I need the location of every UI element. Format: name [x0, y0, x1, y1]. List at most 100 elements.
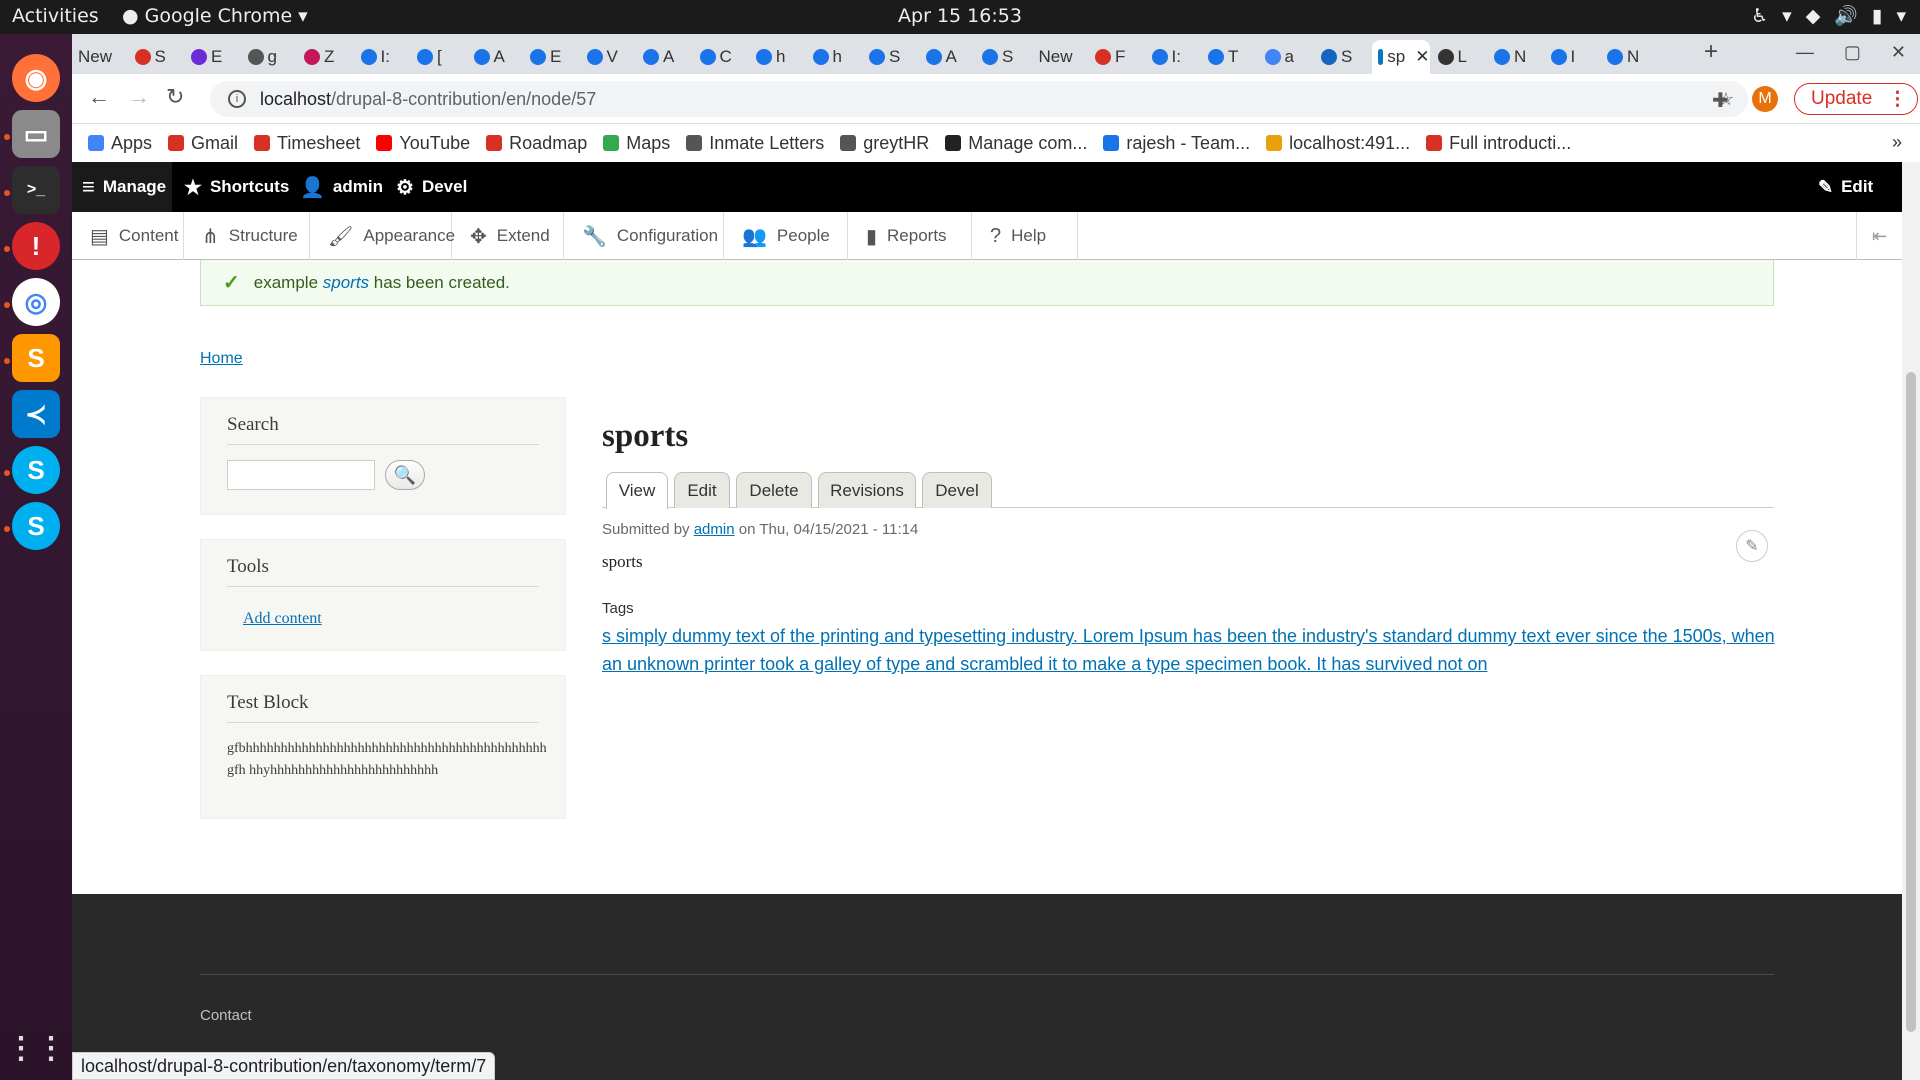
- manage-menu[interactable]: ≡ Manage: [72, 162, 172, 212]
- vscode-icon[interactable]: ≺: [12, 390, 60, 438]
- show-apps-icon[interactable]: ⋮⋮: [6, 1024, 66, 1072]
- firefox-icon[interactable]: ◉: [12, 54, 60, 102]
- search-input[interactable]: [227, 460, 375, 490]
- forward-icon[interactable]: →: [128, 84, 150, 110]
- browser-tab[interactable]: E: [185, 40, 241, 74]
- tray-item-help[interactable]: ? Help: [972, 212, 1078, 260]
- bookmark-item[interactable]: Roadmap: [486, 133, 587, 154]
- browser-tab[interactable]: New: [1033, 40, 1089, 74]
- contact-link[interactable]: Contact: [200, 1007, 252, 1024]
- address-bar[interactable]: i localhost/drupal-8-contribution/en/nod…: [210, 81, 1748, 117]
- contextual-edit-icon[interactable]: ✎: [1736, 530, 1768, 562]
- browser-tab[interactable]: S: [976, 40, 1032, 74]
- collapse-tray-icon[interactable]: ⇤: [1856, 212, 1902, 260]
- browser-tab[interactable]: Z: [298, 40, 354, 74]
- bookmark-item[interactable]: Timesheet: [254, 133, 360, 154]
- browser-tab[interactable]: A: [468, 40, 524, 74]
- tray-item-configuration[interactable]: 🔧 Configuration: [564, 212, 724, 260]
- update-button[interactable]: Update ⋮: [1794, 83, 1918, 115]
- browser-tab[interactable]: I:: [355, 40, 411, 74]
- browser-tab[interactable]: F: [1089, 40, 1145, 74]
- info-icon[interactable]: i: [228, 90, 246, 108]
- chrome-dock-icon[interactable]: ◎: [12, 278, 60, 326]
- bookmark-item[interactable]: localhost:491...: [1266, 133, 1410, 154]
- author-link[interactable]: admin: [694, 521, 735, 538]
- tray-item-extend[interactable]: ✥ Extend: [452, 212, 564, 260]
- minimize-icon[interactable]: —: [1796, 42, 1814, 63]
- breadcrumb-home[interactable]: Home: [200, 350, 243, 368]
- bookmark-item[interactable]: Manage com...: [945, 133, 1087, 154]
- edit-toggle[interactable]: ✎ Edit: [1818, 162, 1873, 212]
- browser-tab[interactable]: E: [524, 40, 580, 74]
- browser-tab[interactable]: S: [1315, 40, 1371, 74]
- profile-avatar[interactable]: M: [1752, 86, 1778, 112]
- browser-tab[interactable]: A: [920, 40, 976, 74]
- bookmark-item[interactable]: Maps: [603, 133, 670, 154]
- browser-tab[interactable]: a: [1259, 40, 1315, 74]
- tab-revisions[interactable]: Revisions: [818, 472, 916, 508]
- scrollbar-thumb[interactable]: [1906, 372, 1916, 1032]
- search-button[interactable]: 🔍: [385, 460, 425, 490]
- tag-link[interactable]: s simply dummy text of the printing and …: [602, 622, 1776, 678]
- browser-tab[interactable]: C: [694, 40, 750, 74]
- bookmark-item[interactable]: rajesh - Team...: [1103, 133, 1250, 154]
- extensions-icon[interactable]: ✚: [1712, 88, 1729, 113]
- bookmark-item[interactable]: Full introducti...: [1426, 133, 1571, 154]
- new-tab-button[interactable]: +: [1704, 38, 1718, 66]
- clock[interactable]: Apr 15 16:53: [898, 5, 1022, 27]
- tab-edit[interactable]: Edit: [674, 472, 730, 508]
- bookmark-item[interactable]: greytHR: [840, 133, 929, 154]
- browser-tab[interactable]: I: [1545, 40, 1601, 74]
- browser-tab[interactable]: g: [242, 40, 298, 74]
- close-icon[interactable]: ✕: [1891, 42, 1906, 63]
- browser-tab[interactable]: S: [129, 40, 185, 74]
- maximize-icon[interactable]: ▢: [1844, 42, 1861, 63]
- tray-item-structure[interactable]: ⋔ Structure: [184, 212, 310, 260]
- browser-tab[interactable]: h: [750, 40, 806, 74]
- terminal-icon[interactable]: >_: [12, 166, 60, 214]
- browser-tab[interactable]: [: [411, 40, 467, 74]
- skype-icon[interactable]: S: [12, 446, 60, 494]
- skype-icon[interactable]: S: [12, 502, 60, 550]
- tray-item-content[interactable]: ▤ Content: [72, 212, 184, 260]
- bookmark-item[interactable]: Apps: [88, 133, 152, 154]
- bookmark-item[interactable]: Inmate Letters: [686, 133, 824, 154]
- app-menu[interactable]: ● Google Chrome ▾: [122, 5, 308, 27]
- tab-delete[interactable]: Delete: [736, 472, 812, 508]
- browser-tab[interactable]: N: [1488, 40, 1544, 74]
- browser-tab[interactable]: sp ✕: [1371, 40, 1430, 74]
- browser-tab[interactable]: L: [1432, 40, 1488, 74]
- more-bookmarks-icon[interactable]: »: [1892, 132, 1902, 153]
- sublime-text-icon[interactable]: S: [12, 334, 60, 382]
- bookmark-item[interactable]: Gmail: [168, 133, 238, 154]
- browser-tab[interactable]: V: [581, 40, 637, 74]
- tab-title: sp: [1387, 47, 1406, 66]
- tray-item-people[interactable]: 👥 People: [724, 212, 848, 260]
- browser-tab[interactable]: A: [637, 40, 693, 74]
- scrollbar[interactable]: [1902, 162, 1920, 1080]
- tab-view[interactable]: View: [606, 472, 668, 509]
- back-icon[interactable]: ←: [88, 84, 110, 110]
- reload-icon[interactable]: ↻: [166, 84, 184, 110]
- alert-icon[interactable]: !: [12, 222, 60, 270]
- add-content-link[interactable]: Add content: [243, 610, 322, 628]
- browser-tab[interactable]: New: [72, 40, 128, 74]
- browser-tab[interactable]: T: [1202, 40, 1258, 74]
- system-tray[interactable]: ♿ ▾ ◆ 🔊 ▮ ▾: [1751, 4, 1906, 28]
- browser-tab[interactable]: h: [807, 40, 863, 74]
- browser-tab[interactable]: S: [863, 40, 919, 74]
- browser-tab[interactable]: I:: [1146, 40, 1202, 74]
- message-node-link[interactable]: sports: [323, 273, 369, 292]
- files-icon[interactable]: ▭: [12, 110, 60, 158]
- tray-item-appearance[interactable]: 🖌 Appearance: [310, 212, 455, 260]
- activities-button[interactable]: Activities: [12, 5, 99, 27]
- tab-favicon-icon: [1095, 49, 1111, 65]
- tab-devel[interactable]: Devel: [922, 472, 992, 508]
- close-tab-icon[interactable]: ✕: [1415, 47, 1429, 67]
- devel-menu[interactable]: ⚙ Devel: [384, 162, 467, 212]
- bookmark-item[interactable]: YouTube: [376, 133, 470, 154]
- shortcuts-menu[interactable]: ★ Shortcuts: [172, 162, 289, 212]
- tray-item-reports[interactable]: ▮ Reports: [848, 212, 972, 260]
- browser-tab[interactable]: N: [1601, 40, 1657, 74]
- user-menu[interactable]: 👤 admin: [288, 162, 383, 212]
